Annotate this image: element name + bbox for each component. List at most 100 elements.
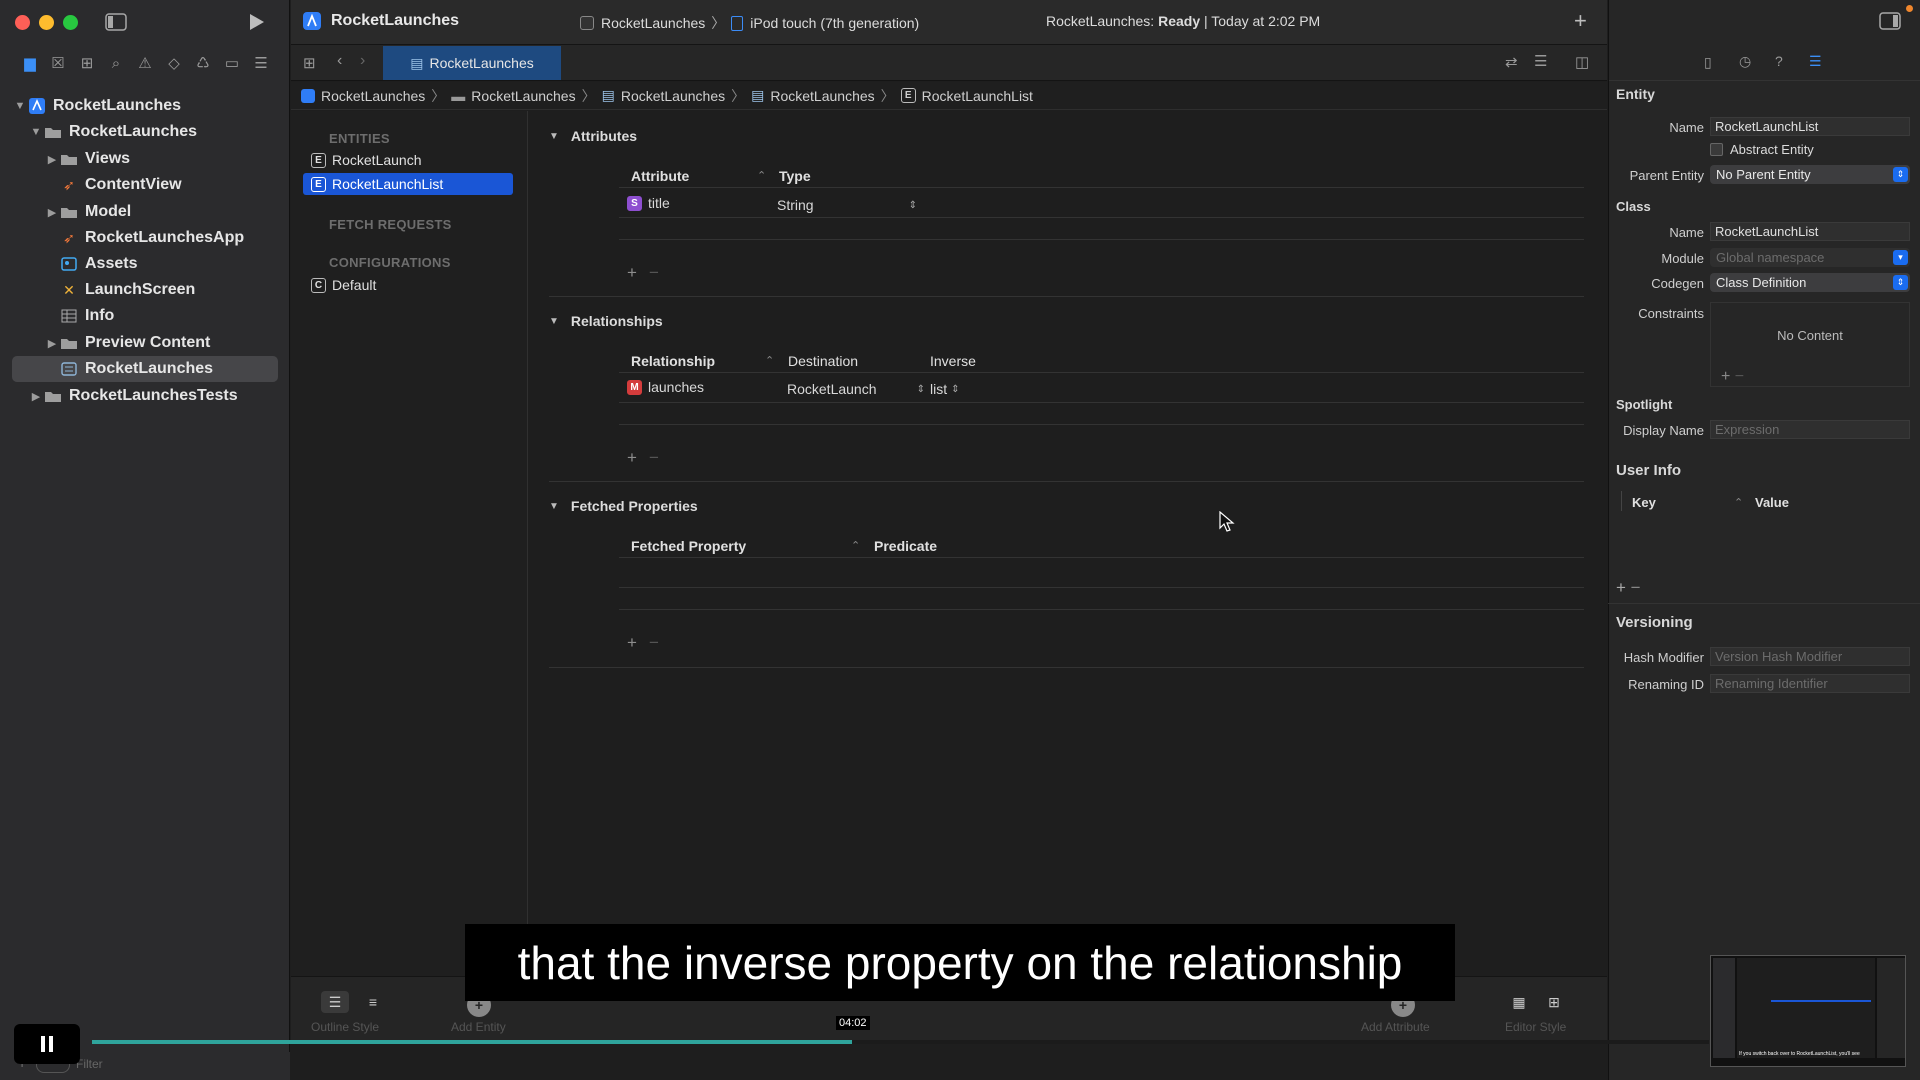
folder-navigator-icon[interactable]: ▆ xyxy=(20,54,40,74)
device-label[interactable]: iPod touch (7th generation) xyxy=(750,15,919,31)
inverse-column-header[interactable]: Inverse xyxy=(930,353,976,369)
test-navigator-icon[interactable]: ◇ xyxy=(164,54,184,74)
breadcrumb-item[interactable]: RocketLaunches xyxy=(770,88,874,104)
add-icon[interactable]: + xyxy=(1574,8,1587,34)
display-name-field[interactable]: Expression xyxy=(1710,420,1910,439)
renaming-id-field[interactable]: Renaming Identifier xyxy=(1710,674,1910,693)
tree-item-contentview[interactable]: ➶ ContentView xyxy=(12,172,278,198)
codegen-select[interactable]: Class Definition ⇕ xyxy=(1710,273,1910,292)
remove-attribute-button[interactable]: − xyxy=(649,263,659,282)
source-control-icon[interactable]: ☒ xyxy=(48,54,68,74)
relationship-name[interactable]: launches xyxy=(648,379,704,395)
tree-item-group[interactable]: ▼ RocketLaunches xyxy=(12,119,278,145)
chevron-down-icon[interactable]: ▼ xyxy=(549,131,559,142)
add-user-info-button[interactable]: + − xyxy=(1616,578,1641,598)
filter-input[interactable]: Filter xyxy=(76,1057,103,1071)
sort-ascending-icon[interactable]: ⌃ xyxy=(757,169,766,182)
chevron-right-icon[interactable]: ▶ xyxy=(44,337,60,350)
entity-row-selected[interactable]: E RocketLaunchList xyxy=(303,173,513,195)
history-inspector-icon[interactable]: ◷ xyxy=(1739,53,1751,70)
breadcrumb-item[interactable]: RocketLaunches xyxy=(321,88,425,104)
chevron-down-icon[interactable]: ▼ xyxy=(12,100,28,112)
tree-item-project[interactable]: ▼ RocketLaunches xyxy=(12,93,278,119)
tree-item-app[interactable]: ➶ RocketLaunchesApp xyxy=(12,225,278,251)
sort-ascending-icon[interactable]: ⌃ xyxy=(851,539,860,552)
tree-item-model[interactable]: ▶ Model xyxy=(12,199,278,225)
sort-ascending-icon[interactable]: ⌃ xyxy=(765,354,774,367)
related-items-icon[interactable]: ⇄ xyxy=(1505,53,1518,71)
predicate-column-header[interactable]: Predicate xyxy=(874,538,937,554)
breakpoint-navigator-icon[interactable]: ▭ xyxy=(222,54,242,74)
issue-navigator-icon[interactable]: ⚠ xyxy=(135,54,155,74)
configuration-row[interactable]: C Default xyxy=(309,274,519,296)
run-icon[interactable] xyxy=(248,12,266,32)
minimize-window-button[interactable] xyxy=(39,15,54,30)
close-window-button[interactable] xyxy=(15,15,30,30)
split-editor-icon[interactable]: ◫ xyxy=(1575,53,1589,71)
pause-button[interactable] xyxy=(14,1024,80,1064)
file-inspector-icon[interactable]: ▯ xyxy=(1704,54,1712,71)
module-select[interactable]: Global namespace ▾ xyxy=(1710,248,1910,267)
table-style-icon[interactable]: ▦ xyxy=(1507,991,1531,1013)
remove-user-info-button[interactable]: − xyxy=(1631,578,1641,597)
breadcrumb-item[interactable]: RocketLaunches xyxy=(621,88,725,104)
relationships-section-header[interactable]: ▼ Relationships xyxy=(549,313,663,329)
add-constraint-button[interactable]: + − xyxy=(1721,368,1744,386)
relationship-column-header[interactable]: Relationship xyxy=(631,353,715,369)
tree-item-views[interactable]: ▶ Views xyxy=(12,146,278,172)
remove-fetched-property-button[interactable]: − xyxy=(649,633,659,652)
attribute-column-header[interactable]: Attribute xyxy=(631,168,689,184)
hierarchy-style-icon[interactable]: ≡ xyxy=(359,991,387,1013)
add-relationship-button[interactable]: + − xyxy=(627,448,659,468)
constraints-table[interactable]: No Content + − xyxy=(1710,302,1910,387)
editor-options-icon[interactable]: ☰ xyxy=(1534,52,1547,70)
symbol-navigator-icon[interactable]: ⊞ xyxy=(77,54,97,74)
destination-column-header[interactable]: Destination xyxy=(788,353,858,369)
chevron-down-icon[interactable]: ▼ xyxy=(28,126,44,138)
remove-constraint-button[interactable]: − xyxy=(1735,368,1744,385)
attributes-section-header[interactable]: ▼ Attributes xyxy=(549,128,637,144)
tree-item-datamodel[interactable]: RocketLaunches xyxy=(12,356,278,382)
entity-row[interactable]: E RocketLaunch xyxy=(309,149,519,171)
sidebar-toggle-icon[interactable] xyxy=(105,13,127,31)
add-fetched-property-button[interactable]: + − xyxy=(627,633,659,653)
chevron-right-icon[interactable]: ▶ xyxy=(44,206,60,219)
scheme-selector[interactable]: RocketLaunches 〉 iPod touch (7th generat… xyxy=(580,13,919,33)
inspector-toggle-icon[interactable] xyxy=(1879,12,1901,30)
key-column-header[interactable]: Key xyxy=(1632,495,1656,510)
value-column-header[interactable]: Value xyxy=(1755,495,1789,510)
fetched-property-column-header[interactable]: Fetched Property xyxy=(631,538,746,554)
breadcrumb-item[interactable]: RocketLaunches xyxy=(471,88,575,104)
sort-ascending-icon[interactable]: ⌃ xyxy=(1734,496,1743,509)
class-name-field[interactable]: RocketLaunchList xyxy=(1710,222,1910,241)
graph-style-icon[interactable]: ⊞ xyxy=(1542,991,1566,1013)
chevron-right-icon[interactable]: ▶ xyxy=(44,153,60,166)
tree-item-info[interactable]: Info xyxy=(12,303,278,329)
add-attribute-button[interactable]: + − xyxy=(627,263,659,283)
tree-item-launchscreen[interactable]: ✕ LaunchScreen xyxy=(12,277,278,303)
forward-icon[interactable]: › xyxy=(360,52,365,70)
destination-select[interactable]: RocketLaunch ⇕ xyxy=(787,381,925,397)
tree-item-tests[interactable]: ▶ RocketLaunchesTests xyxy=(12,383,278,409)
relationship-row[interactable]: M launches xyxy=(627,379,704,395)
attribute-row[interactable]: S title xyxy=(627,195,670,211)
tab-rocketlaunches[interactable]: ▤ RocketLaunches xyxy=(383,46,561,80)
zoom-window-button[interactable] xyxy=(63,15,78,30)
parent-entity-select[interactable]: No Parent Entity ⇕ xyxy=(1710,165,1910,184)
remove-relationship-button[interactable]: − xyxy=(649,448,659,467)
video-progress-track[interactable] xyxy=(92,1040,1709,1044)
tree-item-preview[interactable]: ▶ Preview Content xyxy=(12,330,278,356)
help-inspector-icon[interactable]: ? xyxy=(1775,53,1783,69)
hash-modifier-field[interactable]: Version Hash Modifier xyxy=(1710,647,1910,666)
back-icon[interactable]: ‹ xyxy=(337,52,342,70)
inverse-select[interactable]: list ⇕ xyxy=(930,381,960,397)
data-model-inspector-icon[interactable]: ☰ xyxy=(1809,53,1822,70)
find-navigator-icon[interactable]: ⌕ xyxy=(106,54,126,74)
entity-name-field[interactable]: RocketLaunchList xyxy=(1710,117,1910,136)
abstract-entity-checkbox[interactable]: Abstract Entity xyxy=(1710,142,1814,157)
debug-navigator-icon[interactable]: ♺ xyxy=(193,54,213,74)
attribute-name[interactable]: title xyxy=(648,195,670,211)
attribute-type-select[interactable]: String ⇕ xyxy=(777,197,917,213)
breadcrumb-item[interactable]: RocketLaunchList xyxy=(922,88,1033,104)
report-navigator-icon[interactable]: ☰ xyxy=(251,54,271,74)
